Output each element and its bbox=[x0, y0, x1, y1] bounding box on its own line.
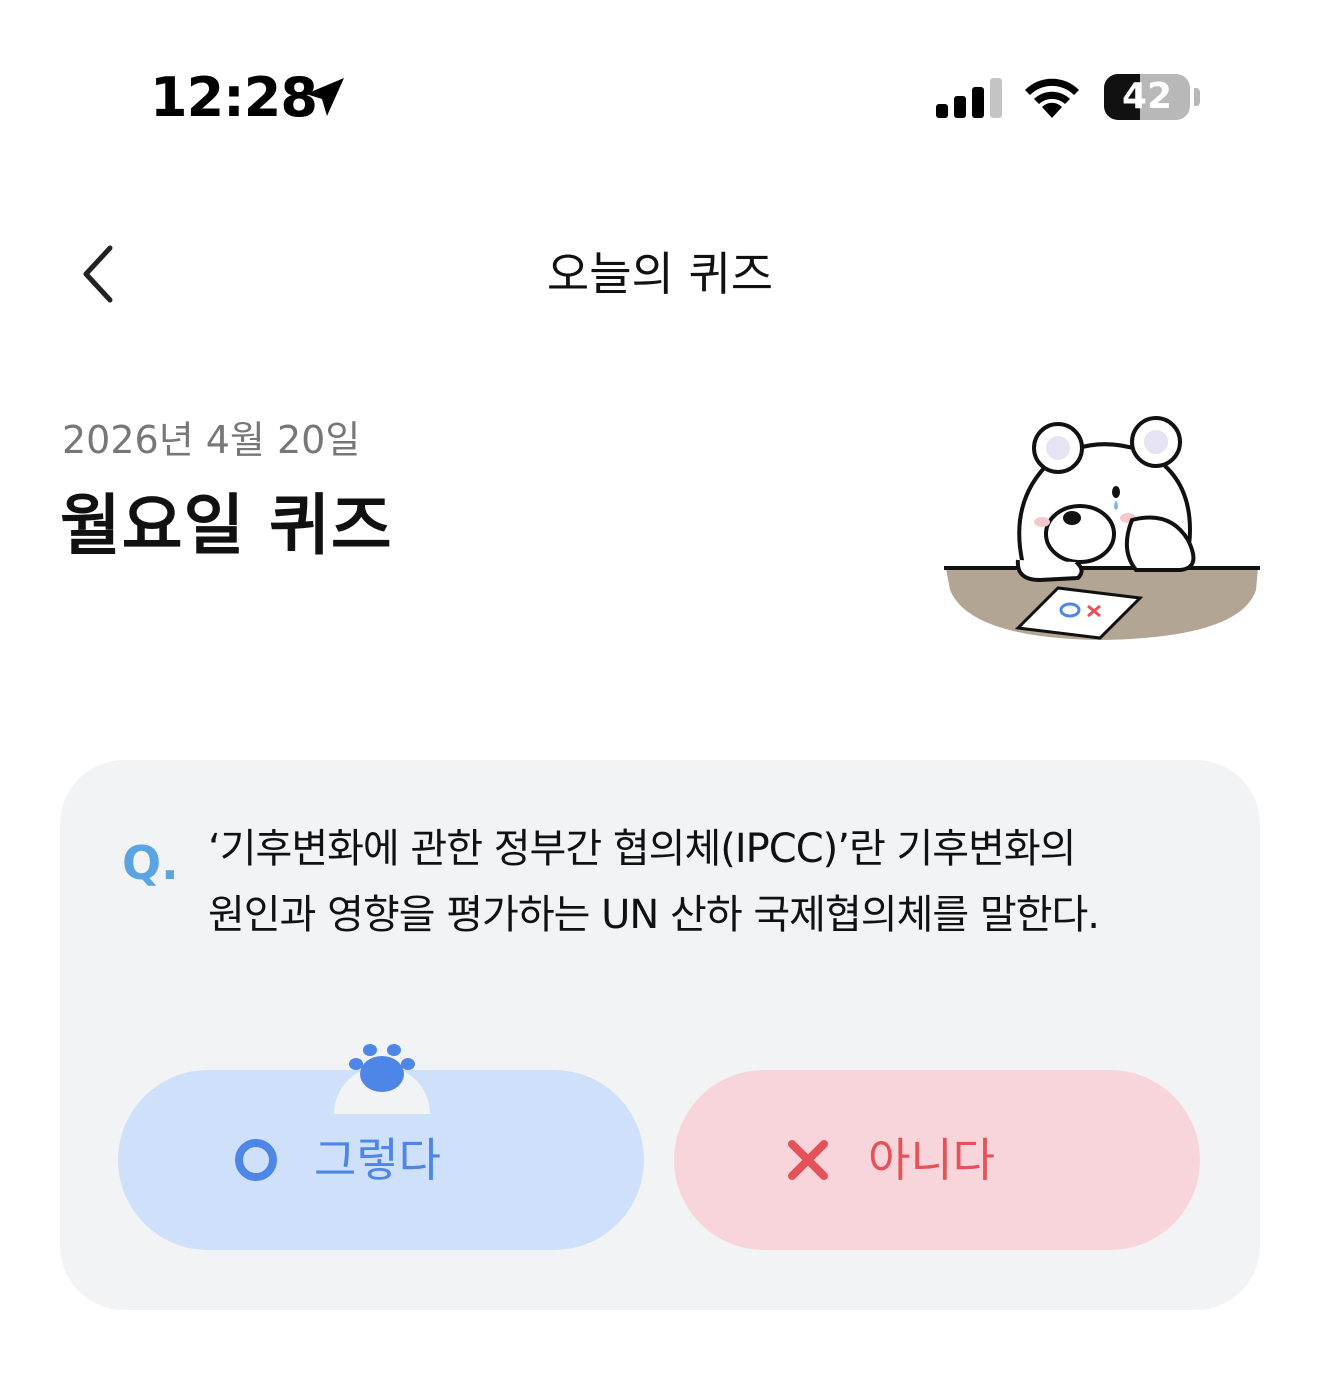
page-title: 오늘의 퀴즈 bbox=[546, 247, 774, 301]
battery-level-text: 42 bbox=[1121, 76, 1173, 117]
nav-bar: 오늘의 퀴즈 bbox=[0, 220, 1320, 330]
wifi-icon bbox=[1025, 78, 1079, 118]
x-mark-icon bbox=[788, 1140, 828, 1180]
location-arrow-icon bbox=[306, 78, 344, 116]
question-mark-label: Q. bbox=[122, 836, 179, 890]
question-line-2: 원인과 영향을 평가하는 UN 산하 국제협의체를 말한다. bbox=[208, 892, 1100, 938]
quiz-card: Q. ‘기후변화에 관한 정부간 협의체(IPCC)’란 기후변화의 원인과 영… bbox=[60, 760, 1260, 1310]
status-time: 12:28 bbox=[150, 66, 318, 129]
quiz-title: 월요일 퀴즈 bbox=[60, 487, 393, 564]
cellular-signal-icon bbox=[936, 78, 1002, 118]
circle-o-icon bbox=[235, 1139, 277, 1181]
status-bar: 12:28 42 bbox=[0, 0, 1320, 190]
quiz-date: 2026년 4월 20일 bbox=[62, 418, 361, 462]
bear-illustration bbox=[944, 416, 1260, 640]
paw-icon bbox=[334, 1044, 430, 1114]
answer-no-label: 아니다 bbox=[868, 1133, 995, 1187]
answer-no-button[interactable]: 아니다 bbox=[674, 1070, 1200, 1250]
question-text: ‘기후변화에 관한 정부간 협의체(IPCC)’란 기후변화의 원인과 영향을 … bbox=[208, 816, 1218, 948]
question-line-1: ‘기후변화에 관한 정부간 협의체(IPCC)’란 기후변화의 bbox=[208, 826, 1076, 872]
answer-yes-label: 그렇다 bbox=[314, 1133, 441, 1187]
battery-icon: 42 bbox=[1104, 74, 1200, 120]
